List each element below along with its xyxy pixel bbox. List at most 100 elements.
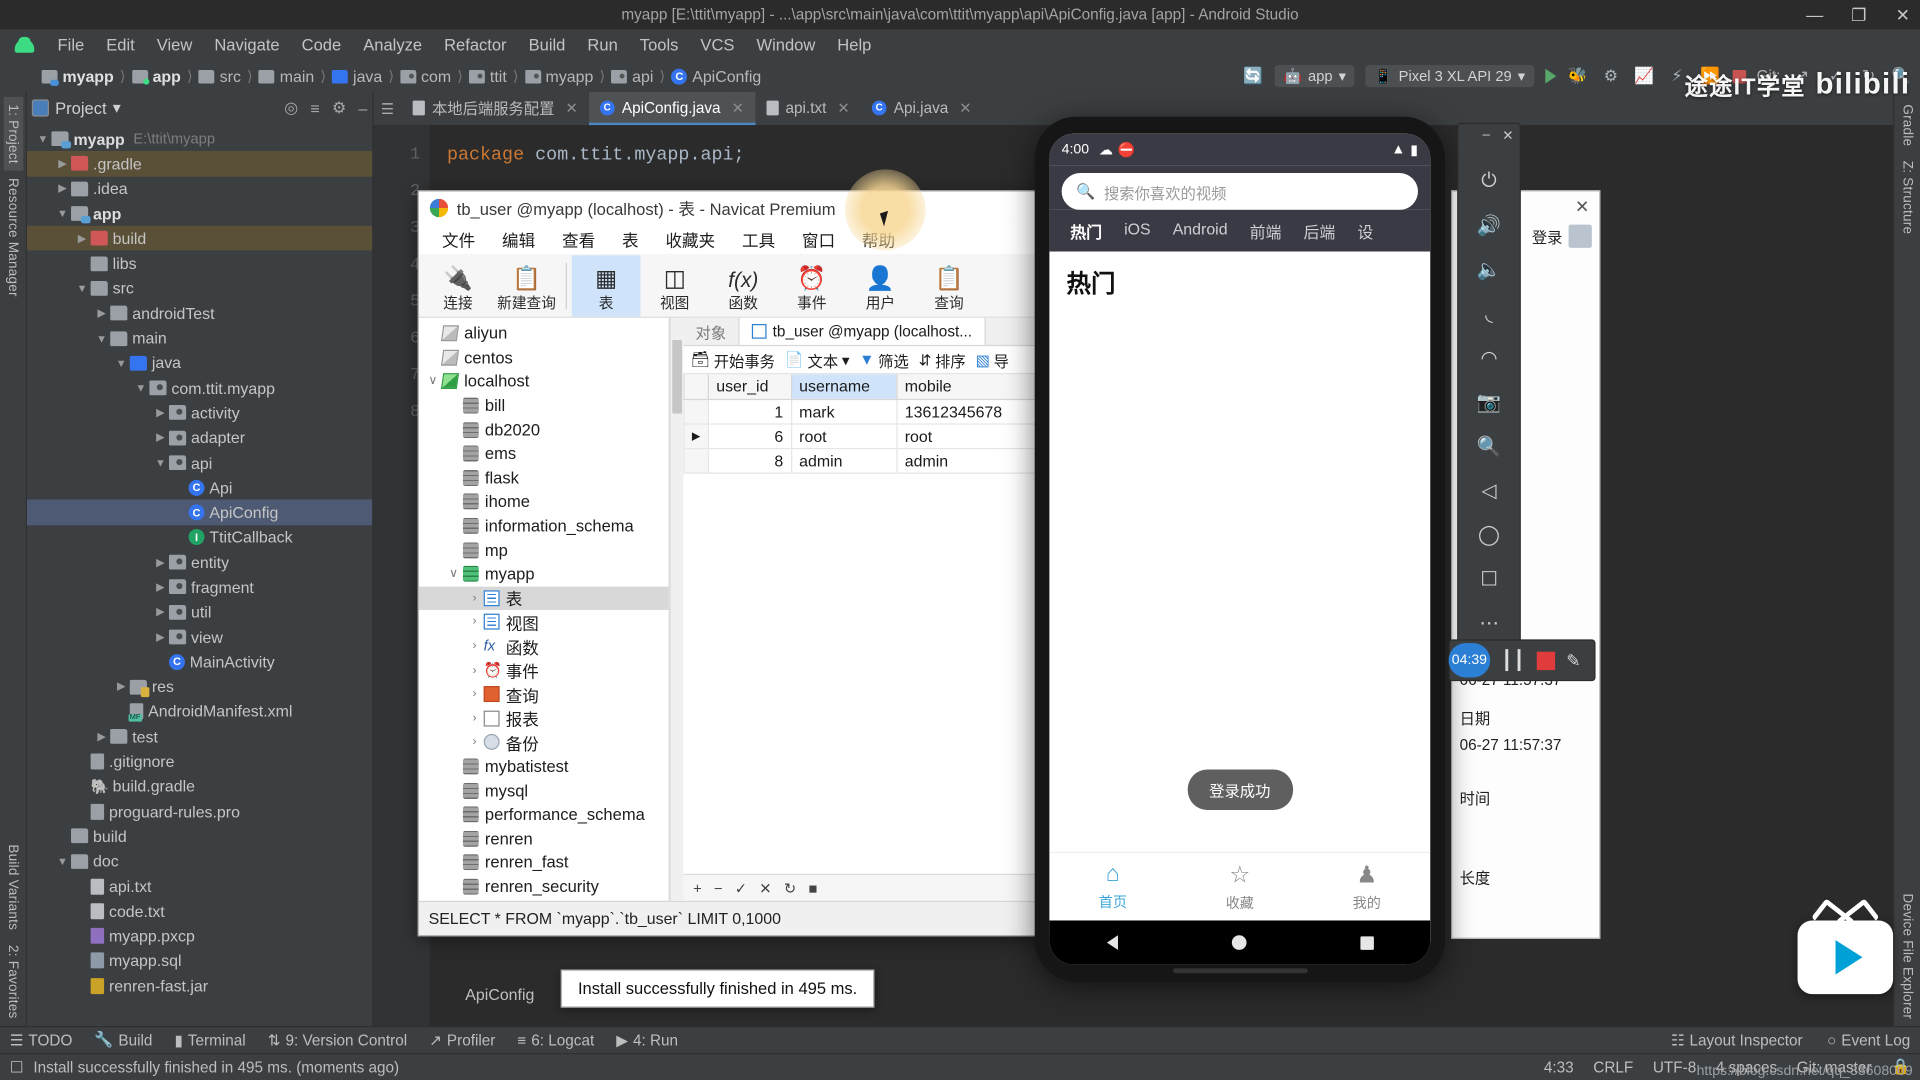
project-tree-node[interactable]: renren-fast.jar xyxy=(27,973,372,998)
table-row[interactable]: ▶6rootroot86 xyxy=(683,422,1077,449)
tab-list-icon[interactable]: ☰ xyxy=(373,92,401,125)
tree-expander[interactable]: ▶ xyxy=(152,406,169,420)
table-cell[interactable]: admin xyxy=(790,447,898,474)
project-tree-node[interactable]: ▼ myapp E:\ttit\myapp xyxy=(27,126,372,151)
navicat-toolbar-function[interactable]: f(x) 函数 xyxy=(709,255,778,316)
volume-up-icon[interactable]: 🔊 xyxy=(1468,205,1510,247)
editor-tab-api-java[interactable]: C Api.java ✕ xyxy=(861,92,983,125)
navicat-tree-node[interactable]: ∨ localhost xyxy=(419,370,669,394)
rail-tab-build-variants[interactable]: Build Variants xyxy=(3,837,23,937)
overview-icon[interactable]: ☐ xyxy=(1468,558,1510,600)
project-tree-node[interactable]: build xyxy=(27,824,372,849)
rotate-left-icon[interactable]: ◟ xyxy=(1468,293,1510,335)
project-tree-node[interactable]: C ApiConfig xyxy=(26,500,373,525)
navicat-tree-scrollbar[interactable] xyxy=(669,317,684,901)
navicat-tree-node[interactable]: › fx 函数 xyxy=(419,634,669,658)
tool-event-log[interactable]: ○ Event Log xyxy=(1827,1032,1910,1049)
navicat-menu-edit[interactable]: 编辑 xyxy=(489,224,549,253)
rail-tab-project[interactable]: 1: Project xyxy=(3,96,23,172)
tool-todo[interactable]: ☰ TODO xyxy=(10,1031,73,1050)
menu-vcs[interactable]: VCS xyxy=(689,32,745,58)
project-tree-node[interactable]: AndroidManifest.xml xyxy=(27,699,372,724)
tool-terminal[interactable]: ▮ Terminal xyxy=(174,1031,245,1050)
pause-icon[interactable]: ┃┃ xyxy=(1501,649,1526,671)
breadcrumb-api[interactable]: api xyxy=(609,67,656,85)
table-cell[interactable]: 13612345678 xyxy=(896,398,1036,425)
navicat-tree-node[interactable]: › 视图 xyxy=(419,610,669,634)
navicat-tree-node[interactable]: › 报表 xyxy=(419,706,669,730)
navicat-menu-window[interactable]: 窗口 xyxy=(789,224,849,253)
tree-expander[interactable]: ▶ xyxy=(54,157,71,171)
navicat-tree-node[interactable]: renren_fast xyxy=(419,851,669,875)
menu-navigate[interactable]: Navigate xyxy=(203,32,290,58)
apply-change-button[interactable]: ✓ xyxy=(735,879,747,896)
rail-tab-gradle[interactable]: Gradle xyxy=(1897,97,1917,154)
navicat-toolbar-connection[interactable]: 🔌 连接 xyxy=(424,255,493,316)
tree-expander[interactable]: ▶ xyxy=(93,306,110,320)
tree-expander[interactable]: ▼ xyxy=(54,207,71,219)
navicat-tree-node[interactable]: renren xyxy=(419,827,669,851)
navicat-tree-node[interactable]: centos xyxy=(419,346,669,370)
project-tree-node[interactable]: ▶ .gradle xyxy=(26,151,373,177)
stop-record-icon[interactable] xyxy=(1536,651,1556,670)
import-button[interactable]: ▧ 导 xyxy=(976,348,1009,371)
collapse-all-icon[interactable]: ≡ xyxy=(310,99,319,117)
project-tree-node[interactable]: ▶ test xyxy=(27,724,372,749)
navicat-tree-node[interactable]: flask xyxy=(419,466,669,490)
rail-tab-resource-manager[interactable]: Resource Manager xyxy=(3,171,23,304)
project-tree-node[interactable]: ▼ app xyxy=(27,201,372,226)
navicat-tree-node[interactable]: ∨ myapp xyxy=(419,562,669,586)
minimize-button[interactable]: — xyxy=(1802,5,1826,25)
navicat-toolbar-new-query[interactable]: 📋 新建查询 xyxy=(492,255,561,316)
system-back-icon[interactable] xyxy=(1106,935,1118,950)
tool-run[interactable]: ▶ 4: Run xyxy=(616,1031,678,1050)
project-tree-node[interactable]: ▶ fragment xyxy=(27,575,372,600)
navicat-menu-table[interactable]: 表 xyxy=(609,224,652,253)
breadcrumb-app[interactable]: app xyxy=(129,67,183,85)
tree-expander[interactable]: ▶ xyxy=(93,730,110,744)
project-tree-node[interactable]: ▶ build xyxy=(26,226,373,251)
project-tree-node[interactable]: ▶ .idea xyxy=(27,176,372,201)
tree-expander[interactable]: › xyxy=(465,712,483,726)
nav-profile[interactable]: ♟ 我的 xyxy=(1303,853,1430,921)
navicat-tree-node[interactable]: performance_schema xyxy=(419,803,669,827)
editor-tab-backend-config[interactable]: 本地后端服务配置 ✕ xyxy=(401,92,588,125)
tab-hot[interactable]: 热门 xyxy=(1059,220,1113,243)
status-encoding[interactable]: UTF-8 xyxy=(1653,1059,1696,1076)
maximize-button[interactable]: ❐ xyxy=(1847,4,1871,25)
navicat-toolbar-event[interactable]: ⏰ 事件 xyxy=(778,255,847,316)
home-icon[interactable]: ◯ xyxy=(1468,514,1510,556)
table-cell[interactable]: root xyxy=(790,422,898,449)
navicat-tree-node[interactable]: aliyun xyxy=(419,322,669,346)
rail-tab-structure[interactable]: Z: Structure xyxy=(1897,154,1917,242)
navicat-menu-tools[interactable]: 工具 xyxy=(729,224,789,253)
navicat-tree-node[interactable]: db2020 xyxy=(419,418,669,442)
close-icon[interactable]: ✕ xyxy=(565,99,577,116)
project-tree-node[interactable]: .gitignore xyxy=(27,749,372,774)
navicat-data-grid[interactable]: user_idusernamemobilep 1mark136123456788… xyxy=(683,374,1077,474)
project-tree-node[interactable]: ▼ main xyxy=(27,326,372,351)
tree-expander[interactable]: ▶ xyxy=(113,680,130,694)
menu-file[interactable]: File xyxy=(47,32,96,58)
project-tree-node[interactable]: ▼ com.ttit.myapp xyxy=(27,376,372,401)
refresh-button[interactable]: ↻ xyxy=(784,879,796,896)
text-view-button[interactable]: 📄 文本 ▾ xyxy=(785,348,850,371)
tree-expander[interactable]: › xyxy=(465,688,483,702)
emulator-screen[interactable]: 4:00 ☁ ⛔ ▲ ▮ 🔍 搜索你喜欢的视频 热门 iOS Android 前… xyxy=(1049,133,1431,965)
project-tree-node[interactable]: ▼ src xyxy=(27,276,372,301)
tree-expander[interactable]: ∨ xyxy=(444,567,462,581)
navicat-tree-node[interactable]: mp xyxy=(419,538,669,562)
stop-button[interactable]: ■ xyxy=(808,879,817,896)
back-icon[interactable]: ◁ xyxy=(1468,470,1510,512)
tab-ios[interactable]: iOS xyxy=(1113,220,1162,243)
menu-run[interactable]: Run xyxy=(576,32,628,58)
power-icon[interactable]: ⏻ xyxy=(1468,161,1510,203)
status-line-separator[interactable]: CRLF xyxy=(1593,1059,1633,1076)
tree-expander[interactable]: ▶ xyxy=(73,232,90,246)
project-tree-node[interactable]: ▶ adapter xyxy=(27,425,372,450)
project-tree-node[interactable]: I TtitCallback xyxy=(27,525,372,550)
navicat-menu-file[interactable]: 文件 xyxy=(429,224,489,253)
system-recents-icon[interactable] xyxy=(1359,935,1374,950)
navicat-tree-node[interactable]: › 查询 xyxy=(419,682,669,706)
table-cell[interactable]: 6 xyxy=(707,422,792,449)
